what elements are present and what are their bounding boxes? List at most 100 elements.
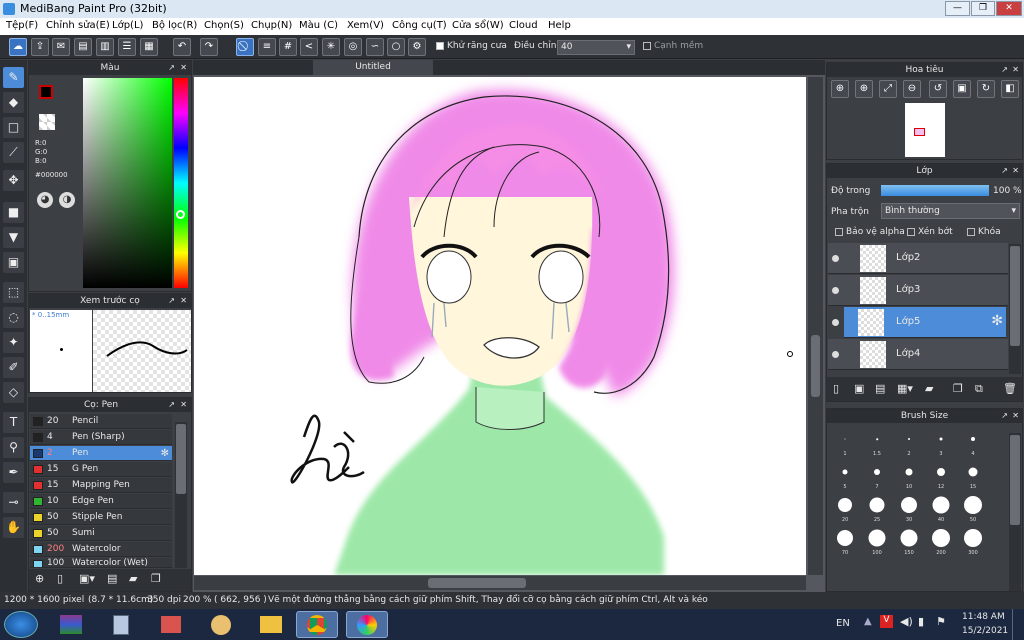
brush-size-cell-50[interactable]: 50 <box>957 491 989 524</box>
menu-tools[interactable]: Công cụ(T) <box>392 20 447 31</box>
soft-edge-checkbox[interactable]: Cạnh mềm <box>643 41 703 51</box>
tray-arrow-icon[interactable]: ▲ <box>864 616 872 627</box>
brush-item-g-pen[interactable]: 15 G Pen <box>30 462 172 477</box>
calculator-icon[interactable] <box>100 611 142 638</box>
layer-item-3[interactable]: Lớp3 <box>828 275 1008 306</box>
brush-menu-icon[interactable]: ▣▾ <box>79 572 95 585</box>
brush-size-cell-10[interactable]: 10 <box>893 458 925 491</box>
brush-size-cell-4[interactable]: 4 <box>957 425 989 458</box>
menu-file[interactable]: Tệp(F) <box>6 20 38 31</box>
menu-cloud[interactable]: Cloud <box>509 20 538 31</box>
lock-checkbox[interactable]: Khóa <box>967 227 1001 237</box>
correction-select[interactable]: 40 ▾ <box>557 40 635 55</box>
gear-icon[interactable]: ✻ <box>161 446 169 461</box>
merge-layer-icon[interactable]: ⧉ <box>975 382 983 396</box>
action-center-icon[interactable]: ⚑ <box>936 615 946 628</box>
new-layer-8bit-icon[interactable]: ▣ <box>854 382 864 395</box>
folder-icon[interactable]: ▰ <box>129 572 137 585</box>
bucket-tool-icon[interactable]: ▼ <box>3 227 24 248</box>
select-pen-icon[interactable]: ✐ <box>3 357 24 378</box>
start-button[interactable] <box>4 611 38 638</box>
curve-snap-icon[interactable]: ∽ <box>366 38 384 56</box>
brush-item-stipple-pen[interactable]: 50 Stipple Pen <box>30 510 172 525</box>
brush-size-cell-70[interactable]: 70 <box>829 524 861 557</box>
protect-alpha-checkbox[interactable]: Bảo vệ alpha <box>835 227 905 237</box>
brush-size-cell-40[interactable]: 40 <box>925 491 957 524</box>
maximize-button[interactable]: ❐ <box>971 1 995 16</box>
menu-capture[interactable]: Chụp(N) <box>251 20 292 31</box>
zoom-icon[interactable]: ⊕ <box>855 80 873 98</box>
hue-slider[interactable] <box>174 78 188 288</box>
brush-item-watercolor-wet[interactable]: 100 Watercolor (Wet) <box>30 558 172 568</box>
brush-item-pen-sharp[interactable]: 4 Pen (Sharp) <box>30 430 172 445</box>
menu-select[interactable]: Chọn(S) <box>204 20 244 31</box>
snap-off-icon[interactable]: ⃠ <box>236 38 254 56</box>
close-button[interactable]: ✕ <box>996 1 1022 16</box>
winrar-icon[interactable] <box>50 611 92 638</box>
show-desktop-button[interactable] <box>1012 609 1024 640</box>
clip-checkbox[interactable]: Xén bớt <box>907 227 953 237</box>
brush-item-edge-pen[interactable]: 10 Edge Pen <box>30 494 172 509</box>
layer-item-5[interactable]: Lớp5 ✻ <box>832 307 1006 338</box>
network-icon[interactable]: ▮ <box>918 615 924 628</box>
settings-icon[interactable]: ⚙ <box>408 38 426 56</box>
palette-icon[interactable]: ◕ <box>37 192 53 208</box>
cross-snap-icon[interactable]: # <box>279 38 297 56</box>
lasso-tool-icon[interactable]: ◌ <box>3 307 24 328</box>
color-wheel-icon[interactable]: ◑ <box>59 192 75 208</box>
brush-size-cell-12[interactable]: 12 <box>925 458 957 491</box>
eyedropper-icon[interactable]: ⊸ <box>3 492 24 513</box>
layer-scrollbar[interactable] <box>1009 244 1021 374</box>
actual-size-icon[interactable]: ▣ <box>953 80 971 98</box>
rectangle-tool-icon[interactable]: □ <box>3 117 24 138</box>
menu-color[interactable]: Màu (C) <box>299 20 338 31</box>
list-icon[interactable]: ☰ <box>118 38 136 56</box>
new-layer-icon[interactable]: ▯ <box>833 382 839 395</box>
duplicate-icon[interactable]: ❐ <box>151 572 161 585</box>
fit-icon[interactable]: ⤢ <box>879 80 897 98</box>
drawing-canvas[interactable] <box>194 77 806 575</box>
brush-tool-icon[interactable]: ✎ <box>3 67 24 88</box>
new-layer-1bit-icon[interactable]: ▤ <box>875 382 885 395</box>
brush-size-cell-5[interactable]: 5 <box>829 458 861 491</box>
undo-icon[interactable]: ↶ <box>173 38 191 56</box>
vanish-snap-icon[interactable]: < <box>300 38 318 56</box>
menu-window[interactable]: Cửa sổ(W) <box>452 20 504 31</box>
eye-icon[interactable] <box>832 287 839 294</box>
hand-dropper-icon[interactable]: ⚲ <box>3 437 24 458</box>
paint-icon[interactable] <box>200 611 242 638</box>
layer-item-2[interactable]: Lớp2 <box>828 243 1008 274</box>
move-tool-icon[interactable]: ✥ <box>3 170 24 191</box>
pen-tool-icon[interactable]: ✒ <box>3 462 24 483</box>
brush-size-cell-25[interactable]: 25 <box>861 491 893 524</box>
menu-edit[interactable]: Chỉnh sửa(E) <box>46 20 110 31</box>
minimize-button[interactable]: — <box>945 1 970 16</box>
circle-snap-icon[interactable]: ◎ <box>344 38 362 56</box>
volume-icon[interactable]: ◀) <box>900 615 913 628</box>
clock-date[interactable]: 15/2/2021 <box>962 626 1008 636</box>
menu-help[interactable]: Help <box>548 20 571 31</box>
snipping-icon[interactable] <box>150 611 192 638</box>
zoom-in-icon[interactable]: ⊕ <box>831 80 849 98</box>
rotate-right-icon[interactable]: ↻ <box>977 80 995 98</box>
line-tool-icon[interactable]: ⟋ <box>3 142 24 163</box>
new-brush-icon[interactable]: ▯ <box>57 572 63 585</box>
brush-list-scrollbar[interactable] <box>175 422 187 568</box>
brush-item-pencil[interactable]: 20 Pencil <box>30 414 172 429</box>
panel-icon[interactable]: ▤ <box>74 38 92 56</box>
rotate-left-icon[interactable]: ↺ <box>929 80 947 98</box>
ellipse-snap-icon[interactable]: ○ <box>387 38 405 56</box>
text-tool-icon[interactable]: T <box>3 412 24 433</box>
grid-icon[interactable]: ▦ <box>140 38 158 56</box>
antivirus-icon[interactable]: V <box>880 615 893 628</box>
brush-size-cell-1.5[interactable]: 1.5 <box>861 425 893 458</box>
cloud-icon[interactable]: ☁ <box>9 38 27 56</box>
brush-size-cell-7[interactable]: 7 <box>861 458 893 491</box>
menu-layer[interactable]: Lớp(L) <box>112 20 143 31</box>
trash-icon[interactable]: 🗑 <box>1003 382 1017 395</box>
duplicate-layer-icon[interactable]: ❐ <box>953 382 963 395</box>
hue-handle[interactable] <box>176 210 185 219</box>
opacity-slider[interactable] <box>881 185 989 196</box>
brush-item-mapping-pen[interactable]: 15 Mapping Pen <box>30 478 172 493</box>
add-layer-menu-icon[interactable]: ▦▾ <box>897 382 913 395</box>
